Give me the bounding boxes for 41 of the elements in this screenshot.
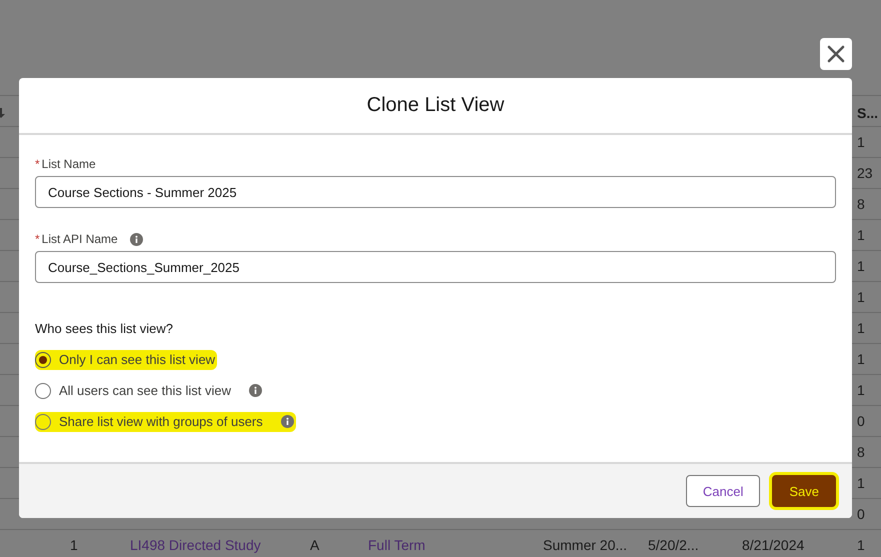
table-cell: 1 <box>857 537 865 553</box>
radio-label[interactable]: Only I can see this list view <box>59 352 216 367</box>
table-cell: 1 <box>857 134 865 150</box>
table-cell: 1 <box>857 382 865 398</box>
table-cell: Summer 20... <box>543 537 628 553</box>
table-cell: 8/21/2024 <box>742 537 804 553</box>
table-cell: 1 <box>857 289 865 305</box>
field-label: List Name <box>42 157 96 171</box>
text-input[interactable]: Course Sections - Summer 2025 <box>35 176 836 208</box>
radio-button[interactable] <box>35 382 51 398</box>
table-cell: 1 <box>857 351 865 367</box>
table-cell: 1 <box>70 537 78 553</box>
required-asterisk: * <box>35 157 40 171</box>
table-cell: 0 <box>857 413 865 429</box>
table-cell: 23 <box>857 165 873 181</box>
save-button[interactable]: Save <box>772 475 836 507</box>
modal-title: Clone List View <box>366 94 504 117</box>
info-icon[interactable] <box>130 232 143 246</box>
required-asterisk: * <box>35 232 40 246</box>
cancel-button[interactable]: Cancel <box>686 475 760 507</box>
close-button[interactable] <box>820 38 852 70</box>
table-cell: 1 <box>857 320 865 336</box>
radio-label[interactable]: All users can see this list view <box>59 383 231 398</box>
info-icon[interactable] <box>248 384 262 397</box>
text-input[interactable]: Course_Sections_Summer_2025 <box>35 251 836 283</box>
info-icon[interactable] <box>280 415 294 428</box>
radio-button[interactable] <box>35 414 51 430</box>
radio-button[interactable] <box>35 352 51 368</box>
table-cell: 1 <box>857 227 865 243</box>
column-header[interactable]: S... <box>857 105 878 121</box>
table-cell: 8 <box>857 196 865 212</box>
field-label: List API Name <box>42 232 118 246</box>
table-cell: 0 <box>857 506 865 522</box>
table-cell: A <box>310 537 320 553</box>
table-cell: 8 <box>857 444 865 460</box>
radio-label[interactable]: Share list view with groups of users <box>59 414 263 429</box>
close-icon <box>827 45 845 63</box>
table-cell: 1 <box>857 475 865 491</box>
table-cell: 5/20/2... <box>648 537 699 553</box>
table-cell: 1 <box>857 258 865 274</box>
question-text: Who sees this list view? <box>35 321 174 336</box>
